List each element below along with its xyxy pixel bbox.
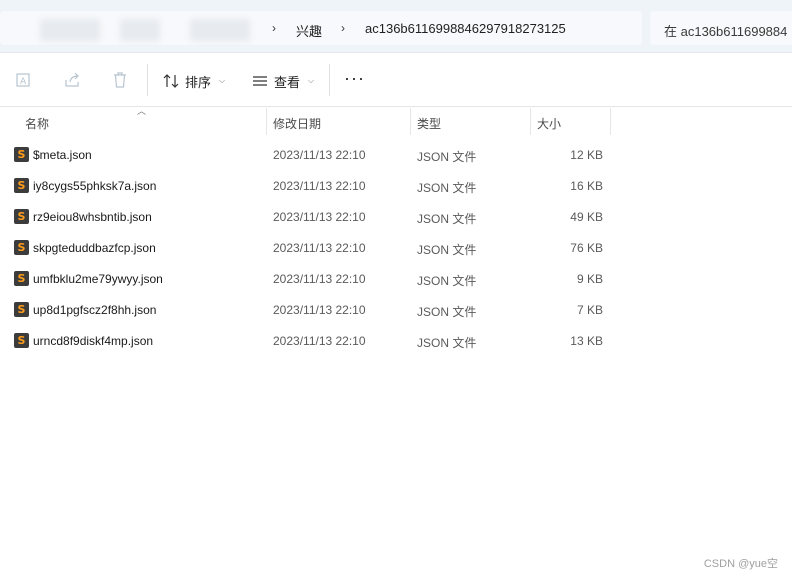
chevron-right-icon[interactable]: ›	[272, 21, 276, 35]
file-name: up8d1pgfscz2f8hh.json	[33, 303, 157, 317]
blurred-crumb	[120, 19, 160, 41]
share-icon[interactable]	[63, 71, 81, 89]
chevron-down-icon: ⌵	[219, 76, 226, 85]
file-type: JSON 文件	[417, 336, 477, 350]
sort-label: 排序	[185, 74, 212, 90]
file-size: 9 KB	[576, 272, 603, 286]
file-name: urncd8f9diskf4mp.json	[33, 334, 154, 348]
file-type: JSON 文件	[417, 181, 477, 195]
column-header-name[interactable]: 名称	[0, 108, 266, 135]
file-name: iy8cygs55phksk7a.json	[33, 179, 157, 193]
file-date: 2023/11/13 22:10	[273, 241, 366, 255]
toolbar-divider	[329, 64, 330, 96]
sort-icon	[163, 74, 179, 88]
blurred-crumb	[40, 19, 100, 41]
file-size: 12 KB	[570, 148, 603, 162]
file-date: 2023/11/13 22:10	[273, 272, 366, 286]
file-date: 2023/11/13 22:10	[273, 210, 366, 224]
file-row[interactable]: S iy8cygs55phksk7a.json 2023/11/13 22:10…	[0, 171, 620, 202]
column-header-label: 名称	[25, 117, 50, 131]
toolbar-divider	[147, 64, 148, 96]
file-size: 16 KB	[570, 179, 603, 193]
view-button[interactable]: 查看 ⌵	[252, 71, 314, 91]
file-date: 2023/11/13 22:10	[273, 334, 366, 348]
file-type: JSON 文件	[417, 150, 477, 164]
sublime-file-icon: S	[14, 302, 29, 317]
column-header-date[interactable]: 修改日期	[267, 108, 410, 135]
sublime-file-icon: S	[14, 271, 29, 286]
file-size: 76 KB	[570, 241, 603, 255]
file-size: 13 KB	[570, 334, 603, 348]
column-header-size[interactable]: 大小	[531, 108, 610, 135]
address-bar[interactable]: › 兴趣 › ac136b6116998846297918273125	[0, 11, 642, 45]
breadcrumb-item[interactable]: 兴趣	[296, 21, 322, 40]
more-options-button[interactable]: ···	[344, 69, 365, 87]
watermark: CSDN @yue空	[703, 558, 778, 570]
sublime-file-icon: S	[14, 209, 29, 224]
file-size: 7 KB	[576, 303, 603, 317]
sublime-file-icon: S	[14, 333, 29, 348]
file-type: JSON 文件	[417, 243, 477, 257]
file-type: JSON 文件	[417, 212, 477, 226]
column-header-label: 修改日期	[273, 117, 322, 131]
file-row[interactable]: S umfbklu2me79ywyy.json 2023/11/13 22:10…	[0, 264, 620, 295]
command-bar: A 排序 ⌵ 查看 ⌵ ···	[0, 54, 792, 107]
file-row[interactable]: S $meta.json 2023/11/13 22:10 JSON 文件 12…	[0, 140, 620, 171]
file-name: $meta.json	[33, 148, 92, 162]
sort-button[interactable]: 排序 ⌵	[163, 71, 225, 91]
sublime-file-icon: S	[14, 178, 29, 193]
file-row[interactable]: S rz9eiou8whsbntib.json 2023/11/13 22:10…	[0, 202, 620, 233]
column-header-label: 大小	[537, 117, 562, 131]
chevron-down-icon: ⌵	[308, 76, 315, 85]
file-type: JSON 文件	[417, 274, 477, 288]
file-date: 2023/11/13 22:10	[273, 148, 366, 162]
breadcrumb-item[interactable]: ac136b6116998846297918273125	[365, 21, 566, 36]
svg-text:A: A	[20, 77, 27, 87]
blurred-crumb	[190, 19, 250, 41]
file-type: JSON 文件	[417, 305, 477, 319]
delete-icon[interactable]	[111, 71, 129, 89]
column-header-label: 类型	[417, 117, 442, 131]
search-input[interactable]: 在 ac136b611699884	[650, 11, 792, 45]
address-bar-region: › 兴趣 › ac136b6116998846297918273125 在 ac…	[0, 0, 792, 53]
rename-icon[interactable]: A	[15, 71, 33, 89]
file-row[interactable]: S urncd8f9diskf4mp.json 2023/11/13 22:10…	[0, 326, 620, 357]
column-divider[interactable]	[610, 108, 611, 135]
file-name: umfbklu2me79ywyy.json	[33, 272, 163, 286]
sublime-file-icon: S	[14, 240, 29, 255]
column-header-type[interactable]: 类型	[411, 108, 530, 135]
view-icon	[253, 76, 267, 86]
file-name: skpgteduddbazfcp.json	[33, 241, 156, 255]
file-row[interactable]: S up8d1pgfscz2f8hh.json 2023/11/13 22:10…	[0, 295, 620, 326]
view-label: 查看	[274, 74, 301, 90]
file-date: 2023/11/13 22:10	[273, 303, 366, 317]
file-size: 49 KB	[570, 210, 603, 224]
file-date: 2023/11/13 22:10	[273, 179, 366, 193]
chevron-right-icon[interactable]: ›	[341, 21, 345, 35]
sublime-file-icon: S	[14, 147, 29, 162]
file-row[interactable]: S skpgteduddbazfcp.json 2023/11/13 22:10…	[0, 233, 620, 264]
file-name: rz9eiou8whsbntib.json	[33, 210, 152, 224]
